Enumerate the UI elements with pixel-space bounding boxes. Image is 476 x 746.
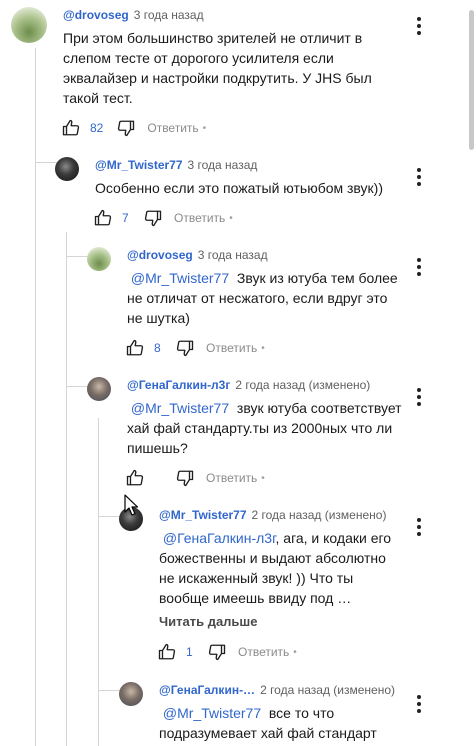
comment-actions: Ответить • bbox=[126, 468, 265, 488]
more-vertical-icon[interactable] bbox=[411, 257, 427, 277]
author-name[interactable]: @Mr_Twister77 bbox=[159, 508, 247, 522]
thumb-down-icon[interactable] bbox=[176, 469, 194, 487]
more-vertical-icon[interactable] bbox=[411, 517, 427, 537]
separator-dot: • bbox=[261, 342, 265, 354]
thumb-down-icon[interactable] bbox=[117, 119, 135, 137]
thumb-up-icon[interactable] bbox=[126, 469, 144, 487]
author-name[interactable]: @drovoseg bbox=[127, 248, 193, 262]
separator-dot: • bbox=[229, 212, 233, 224]
comment: @drovoseg 3 года назад @Mr_Twister77 Звук… bbox=[0, 240, 466, 370]
scrollbar-thumb[interactable] bbox=[469, 10, 474, 150]
more-vertical-icon[interactable] bbox=[411, 387, 427, 407]
author-name[interactable]: @Mr_Twister77 bbox=[95, 158, 183, 172]
author-name[interactable]: @drovoseg bbox=[63, 8, 129, 22]
comment-text: @Mr_Twister77 Звук из ютуба тем более не… bbox=[127, 270, 398, 326]
comment-meta: @drovoseg 3 года назад bbox=[127, 248, 268, 262]
comment-text: Особенно если это пожатый ютьюбом звук)) bbox=[95, 180, 384, 196]
comment-meta: @Mr_Twister77 2 года назад (изменено) bbox=[159, 508, 386, 522]
thumb-up-icon[interactable] bbox=[62, 119, 80, 137]
separator-dot: • bbox=[293, 646, 297, 658]
avatar[interactable] bbox=[11, 7, 47, 43]
comment-actions: 82 Ответить • bbox=[62, 118, 206, 138]
separator-dot: • bbox=[261, 472, 265, 484]
comment-text: @ГенаГалкин-л3г, ага, и кодаки его божес… bbox=[159, 530, 392, 606]
reply-button[interactable]: Ответить bbox=[238, 645, 289, 659]
author-name[interactable]: @ГенаГалкин-… bbox=[159, 683, 255, 697]
like-count: 1 bbox=[186, 645, 193, 659]
avatar[interactable] bbox=[55, 157, 79, 181]
more-vertical-icon[interactable] bbox=[411, 16, 427, 36]
avatar[interactable] bbox=[119, 682, 143, 706]
comment: @drovoseg 3 года назад При этом большинст… bbox=[0, 0, 466, 150]
mouse-pointer-icon bbox=[124, 494, 139, 521]
mention-link[interactable]: @Mr_Twister77 bbox=[131, 270, 229, 286]
more-vertical-icon[interactable] bbox=[411, 167, 427, 187]
reply-button[interactable]: Ответить bbox=[147, 121, 198, 135]
timestamp[interactable]: 2 года назад (изменено) bbox=[235, 378, 370, 392]
timestamp[interactable]: 2 года назад (изменено) bbox=[252, 508, 387, 522]
separator-dot: • bbox=[202, 122, 207, 134]
comment: @ГенаГалкин-л3г 2 года назад (изменено) @… bbox=[0, 370, 466, 500]
comment-actions: 7 Ответить • bbox=[94, 208, 233, 228]
comment: @Mr_Twister77 3 года назад Особенно если … bbox=[0, 150, 466, 240]
like-count: 82 bbox=[90, 121, 104, 135]
author-name[interactable]: @ГенаГалкин-л3г bbox=[127, 378, 230, 392]
thumb-down-icon[interactable] bbox=[176, 339, 194, 357]
mention-link[interactable]: @Mr_Twister77 bbox=[131, 400, 229, 416]
avatar[interactable] bbox=[87, 247, 111, 271]
timestamp[interactable]: 3 года назад bbox=[198, 248, 268, 262]
reply-button[interactable]: Ответить bbox=[206, 471, 257, 485]
comment: @Mr_Twister77 2 года назад (изменено) @Ге… bbox=[0, 500, 466, 675]
thumb-up-icon[interactable] bbox=[158, 643, 176, 661]
reply-button[interactable]: Ответить bbox=[174, 211, 225, 225]
comment-text: При этом большинство зрителей не отличит… bbox=[63, 30, 372, 106]
thumb-up-icon[interactable] bbox=[94, 209, 112, 227]
comment-meta: @ГенаГалкин-… 2 года назад (изменено) bbox=[159, 683, 395, 697]
reply-button[interactable]: Ответить bbox=[206, 341, 257, 355]
scrollbar[interactable] bbox=[466, 0, 476, 746]
comment-meta: @ГенаГалкин-л3г 2 года назад (изменено) bbox=[127, 378, 370, 392]
comment: @ГенаГалкин-… 2 года назад (изменено) @Mr… bbox=[0, 675, 466, 746]
mention-link[interactable]: @ГенаГалкин-л3г bbox=[163, 530, 276, 546]
thumb-down-icon[interactable] bbox=[208, 643, 226, 661]
like-count: 8 bbox=[154, 341, 161, 355]
comment-actions: 1 Ответить • bbox=[158, 642, 297, 662]
thumb-down-icon[interactable] bbox=[144, 209, 162, 227]
timestamp[interactable]: 3 года назад bbox=[188, 158, 258, 172]
avatar[interactable] bbox=[87, 377, 111, 401]
read-more-link[interactable]: Читать дальше bbox=[159, 614, 258, 629]
timestamp[interactable]: 3 года назад bbox=[134, 8, 204, 22]
comment-text: @Mr_Twister77 звук ютуба соответствует х… bbox=[127, 400, 402, 456]
timestamp[interactable]: 2 года назад (изменено) bbox=[260, 683, 395, 697]
comment-meta: @drovoseg 3 года назад bbox=[63, 8, 204, 22]
comment-meta: @Mr_Twister77 3 года назад bbox=[95, 158, 257, 172]
more-vertical-icon[interactable] bbox=[411, 694, 427, 714]
comment-text: @Mr_Twister77 все то что подразумевает х… bbox=[159, 705, 377, 741]
mention-link[interactable]: @Mr_Twister77 bbox=[163, 705, 261, 721]
comment-actions: 8 Ответить • bbox=[126, 338, 265, 358]
like-count: 7 bbox=[122, 211, 129, 225]
thumb-up-icon[interactable] bbox=[126, 339, 144, 357]
